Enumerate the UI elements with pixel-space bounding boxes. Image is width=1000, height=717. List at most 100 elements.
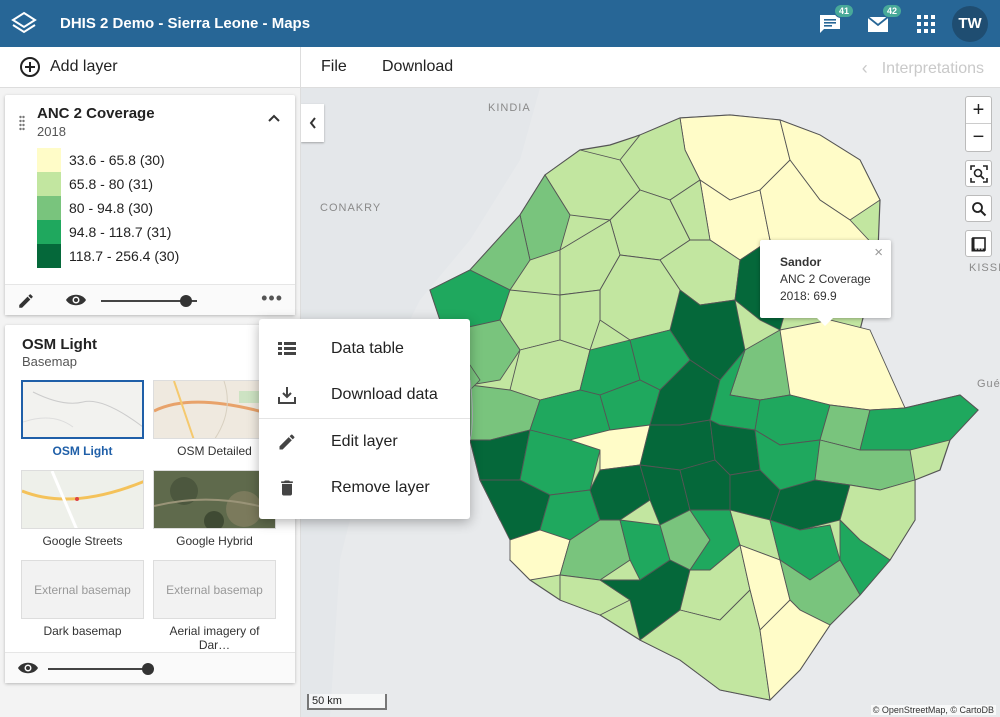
eye-icon[interactable]: [17, 660, 39, 676]
feature-popup: × Sandor ANC 2 Coverage 2018: 69.9: [760, 240, 891, 326]
search-icon: [971, 201, 986, 216]
search-button[interactable]: [965, 195, 992, 222]
opacity-slider-thumb[interactable]: [180, 295, 192, 307]
download-menu[interactable]: Download: [382, 58, 453, 76]
basemap-option[interactable]: External basemap Dark basemap: [21, 560, 144, 638]
map-toolbar: Add layer File Download ‹ Interpretation…: [0, 47, 1000, 88]
legend-label: 65.8 - 80 (31): [69, 176, 154, 192]
panel-collapse-button[interactable]: [301, 104, 324, 142]
scale-bar: 50 km: [307, 694, 387, 710]
opacity-slider-thumb[interactable]: [142, 663, 154, 675]
legend-swatch: [37, 148, 61, 172]
basemap-label: Google Streets: [42, 534, 123, 548]
map-attribution: © OpenStreetMap, © CartoDB: [870, 705, 996, 715]
legend-item: 118.7 - 256.4 (30): [37, 244, 179, 268]
menu-item-download-data[interactable]: Download data: [259, 372, 470, 418]
legend-item: 33.6 - 65.8 (30): [37, 148, 179, 172]
dhis2-logo-icon[interactable]: [10, 10, 38, 38]
fit-bounds-button[interactable]: [965, 160, 992, 187]
basemap-option[interactable]: OSM Detailed: [153, 380, 276, 458]
menu-item-label: Edit layer: [331, 433, 398, 450]
basemap-option[interactable]: OSM Light: [21, 380, 144, 458]
measure-button[interactable]: [965, 230, 992, 257]
popup-value: 2018: 69.9: [780, 289, 837, 303]
close-icon[interactable]: ×: [874, 244, 883, 261]
zoom-extent-icon: [969, 164, 988, 183]
basemap-label: Aerial imagery of Dar…: [169, 624, 260, 652]
eye-icon[interactable]: [65, 292, 87, 308]
table-icon: [278, 342, 296, 355]
legend-item: 65.8 - 80 (31): [37, 172, 179, 196]
zoom-out-button[interactable]: −: [966, 124, 991, 151]
basemap-thumbnail: External basemap: [153, 560, 276, 619]
menu-item-remove-layer[interactable]: Remove layer: [259, 465, 470, 511]
zoom-control: + −: [965, 96, 992, 152]
interpretations-toggle[interactable]: ‹ Interpretations: [862, 58, 984, 79]
basemap-toolbar: [5, 652, 295, 683]
menu-item-label: Download data: [331, 386, 438, 403]
add-layer-label: Add layer: [50, 58, 118, 75]
minus-icon: −: [972, 126, 985, 148]
menu-item-data-table[interactable]: Data table: [259, 326, 470, 372]
apps-grid-icon: [917, 14, 935, 33]
pencil-icon[interactable]: [17, 292, 35, 310]
legend-swatch: [37, 220, 61, 244]
messages-badge: 41: [833, 3, 854, 18]
basemap-title: OSM Light: [22, 336, 97, 353]
add-layer-button[interactable]: Add layer: [0, 47, 301, 87]
zoom-in-button[interactable]: +: [966, 97, 991, 124]
basemap-option[interactable]: External basemap Aerial imagery of Dar…: [153, 560, 276, 652]
file-menu[interactable]: File: [321, 58, 347, 76]
popup-layer: ANC 2 Coverage: [780, 272, 871, 286]
chevron-up-icon[interactable]: [267, 113, 281, 123]
messages-button[interactable]: 41: [818, 3, 854, 36]
popup-org-unit: Sandor: [780, 255, 822, 269]
layer-period: 2018: [37, 124, 66, 139]
trash-icon: [281, 480, 293, 496]
interpretations-label: Interpretations: [881, 59, 984, 77]
more-icon[interactable]: •••: [261, 289, 283, 307]
basemap-thumbnail: [21, 380, 144, 439]
basemap-thumbnail: External basemap: [21, 560, 144, 619]
legend-label: 33.6 - 65.8 (30): [69, 152, 165, 168]
basemap-label: Dark basemap: [43, 624, 122, 638]
chevron-left-icon: [309, 117, 316, 129]
mail-badge: 42: [881, 3, 902, 18]
basemap-label: OSM Detailed: [177, 444, 252, 458]
menu-item-label: Data table: [331, 340, 404, 357]
layer-toolbar: •••: [5, 284, 295, 315]
legend-item: 94.8 - 118.7 (31): [37, 220, 179, 244]
basemap-subtitle: Basemap: [22, 354, 77, 369]
mail-button[interactable]: 42: [866, 3, 902, 36]
basemap-option[interactable]: Google Hybrid: [153, 470, 276, 548]
basemap-label: Google Hybrid: [176, 534, 253, 548]
basemap-label: OSM Light: [52, 444, 113, 458]
opacity-slider-track[interactable]: [48, 668, 148, 670]
thematic-layer-card: ANC 2 Coverage 2018 33.6 - 65.8 (30) 65.…: [5, 95, 295, 315]
app-title: DHIS 2 Demo - Sierra Leone - Maps: [60, 15, 311, 32]
legend-label: 94.8 - 118.7 (31): [69, 224, 172, 240]
user-avatar[interactable]: TW: [952, 5, 988, 42]
legend-swatch: [37, 172, 61, 196]
legend: 33.6 - 65.8 (30) 65.8 - 80 (31) 80 - 94.…: [37, 148, 179, 268]
menu-item-edit-layer[interactable]: Edit layer: [259, 419, 470, 465]
legend-label: 118.7 - 256.4 (30): [69, 248, 180, 264]
pencil-icon: [279, 434, 295, 450]
ruler-icon: [971, 236, 986, 251]
place-label: Guéc: [977, 378, 1000, 390]
place-label: KISSI: [969, 262, 1000, 274]
legend-swatch: [37, 196, 61, 220]
apps-button[interactable]: [914, 12, 938, 36]
basemap-card: OSM Light Basemap OSM Light OSM Detailed…: [5, 325, 295, 683]
chevron-left-icon: ‹: [861, 58, 868, 78]
place-label: KINDIA: [488, 102, 531, 114]
download-icon: [278, 387, 296, 404]
app-header: DHIS 2 Demo - Sierra Leone - Maps 41 42 …: [0, 0, 1000, 47]
layers-panel: ANC 2 Coverage 2018 33.6 - 65.8 (30) 65.…: [0, 88, 301, 717]
drag-handle-icon[interactable]: [19, 115, 25, 131]
layer-title: ANC 2 Coverage: [37, 105, 155, 122]
layer-context-menu: Data table Download data Edit layer Remo…: [259, 319, 470, 519]
basemap-thumbnail: [153, 380, 276, 439]
legend-label: 80 - 94.8 (30): [69, 200, 154, 216]
basemap-option[interactable]: Google Streets: [21, 470, 144, 548]
